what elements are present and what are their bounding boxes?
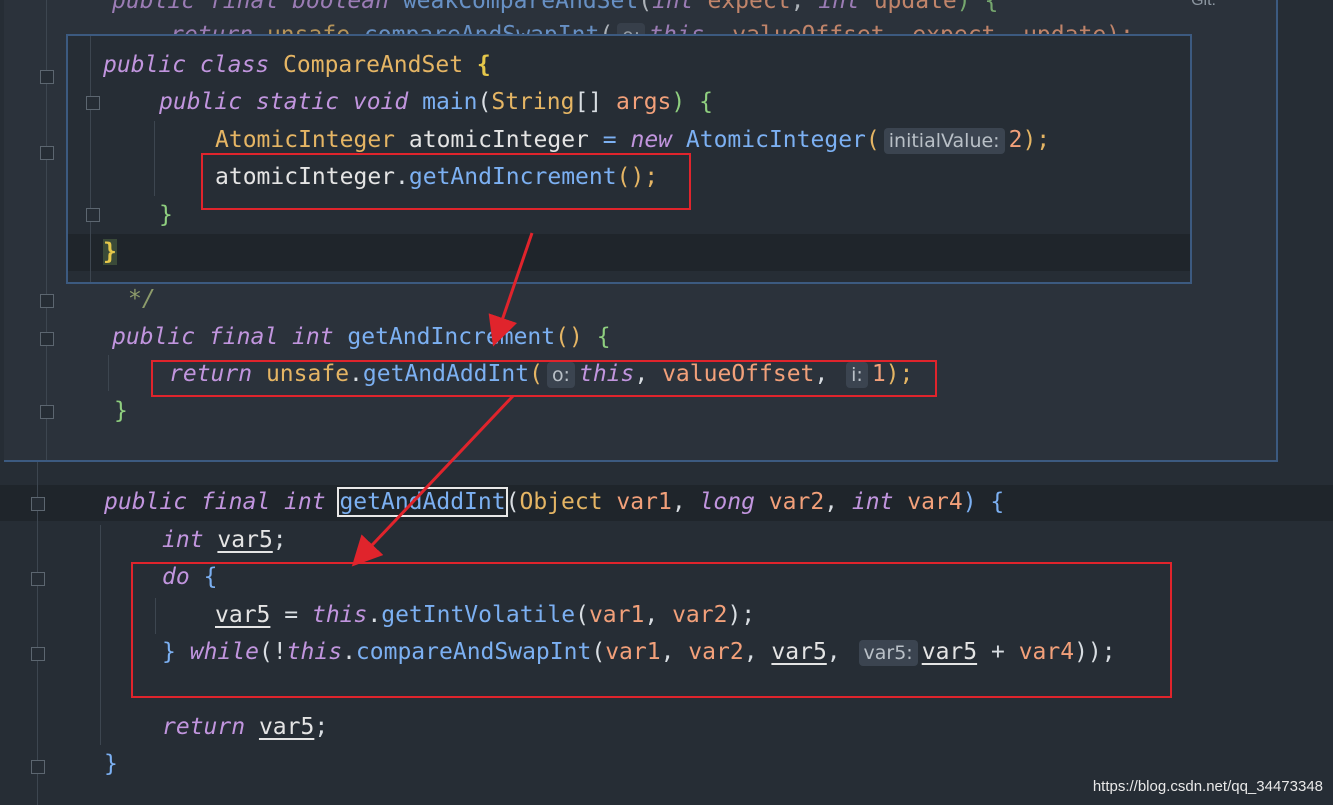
- punct: ) {: [956, 0, 999, 14]
- punct: );: [1022, 127, 1051, 153]
- punct: ) {: [671, 89, 713, 115]
- code-line-int-var5: int var5;: [162, 522, 1333, 559]
- keyword: new: [630, 127, 673, 153]
- brace: }: [114, 398, 128, 424]
- param: update: [873, 0, 957, 14]
- brace: {: [596, 324, 611, 350]
- brace: }: [103, 239, 117, 265]
- punct: ,: [671, 489, 686, 515]
- method-name-selected[interactable]: getAndAddInt: [337, 487, 508, 517]
- punct: =: [602, 127, 617, 153]
- gutter-guide: [37, 460, 38, 805]
- code-line-return-var5: return var5;: [162, 709, 1333, 746]
- keyword: public static void: [159, 89, 409, 115]
- fold-marker-icon[interactable]: [40, 405, 54, 419]
- gutter-guide: [46, 0, 47, 460]
- fold-marker-icon[interactable]: [86, 96, 100, 110]
- code-line-close-class: }: [103, 234, 1190, 271]
- fold-marker-icon[interactable]: [86, 208, 100, 222]
- keyword: public final: [104, 489, 271, 515]
- indent-guide: [108, 355, 109, 391]
- variable: atomicInteger: [408, 127, 589, 153]
- code-line-close-brace: }: [114, 393, 1276, 430]
- method-name: main: [422, 89, 478, 115]
- indent-guide: [100, 525, 101, 745]
- keyword: long: [699, 489, 755, 515]
- class-name: CompareAndSet: [283, 52, 464, 78]
- fold-marker-icon[interactable]: [40, 294, 54, 308]
- brace: }: [159, 202, 173, 228]
- keyword: int: [162, 527, 204, 553]
- punct: ;: [314, 714, 329, 740]
- code-line-getandincrement-decl: public final int getAndIncrement() {: [112, 319, 1276, 356]
- comment: */: [128, 286, 156, 312]
- method-name: weakCompareAndSet: [402, 0, 639, 14]
- param: var2: [768, 489, 825, 515]
- keyword: int: [284, 489, 326, 515]
- punct: (: [505, 489, 520, 515]
- param: var4: [907, 489, 963, 515]
- punct: (): [555, 324, 583, 350]
- type: String: [491, 89, 575, 115]
- fold-marker-icon[interactable]: [40, 332, 54, 346]
- punct: (: [865, 127, 880, 153]
- constructor: AtomicInteger: [685, 127, 866, 153]
- annotation-box-do-while: [131, 562, 1172, 698]
- variable: var5: [217, 527, 273, 553]
- code-line-class-decl: public class CompareAndSet {: [103, 47, 1190, 84]
- code-line-getandaddint-decl: public final int getAndAddInt(Object var…: [104, 484, 1333, 521]
- annotation-box-return-getandaddint: [151, 360, 937, 397]
- punct: ,: [824, 489, 839, 515]
- fold-marker-icon[interactable]: [31, 497, 45, 511]
- punct: ;: [272, 527, 287, 553]
- brace: {: [476, 52, 491, 78]
- keyword: public final boolean: [112, 0, 389, 14]
- method-name: getAndIncrement: [347, 324, 556, 350]
- fold-marker-icon[interactable]: [40, 146, 54, 160]
- watermark: https://blog.csdn.net/qq_34473348: [1092, 778, 1323, 795]
- indent-guide: [90, 36, 91, 282]
- brace: }: [104, 751, 118, 777]
- type: AtomicInteger: [215, 127, 396, 153]
- code-line-main-decl: public static void main(String[] args) {: [159, 84, 1190, 121]
- git-indicator: Git:: [1191, 0, 1216, 9]
- variable: var5: [258, 714, 315, 740]
- annotation-box-getandincrement-call: [201, 153, 691, 210]
- keyword: return: [162, 714, 246, 740]
- punct: []: [574, 89, 603, 115]
- param: expect: [707, 0, 791, 14]
- punct: (: [477, 89, 492, 115]
- number: 2: [1008, 127, 1023, 153]
- indent-guide: [154, 121, 155, 196]
- param: args: [616, 89, 672, 115]
- keyword: int: [652, 0, 694, 14]
- keyword: int: [818, 0, 860, 14]
- keyword: public class: [103, 52, 270, 78]
- fold-marker-icon[interactable]: [40, 70, 54, 84]
- keyword: int: [851, 489, 894, 515]
- type: Object: [519, 489, 603, 515]
- keyword: public final int: [112, 324, 334, 350]
- fold-marker-icon[interactable]: [31, 647, 45, 661]
- fold-marker-icon[interactable]: [31, 760, 45, 774]
- punct: ) {: [962, 489, 1005, 515]
- fold-marker-icon[interactable]: [31, 572, 45, 586]
- code-line-comment-end: */: [128, 281, 1276, 318]
- param: var1: [616, 489, 672, 515]
- param-hint: initialValue:: [883, 127, 1005, 154]
